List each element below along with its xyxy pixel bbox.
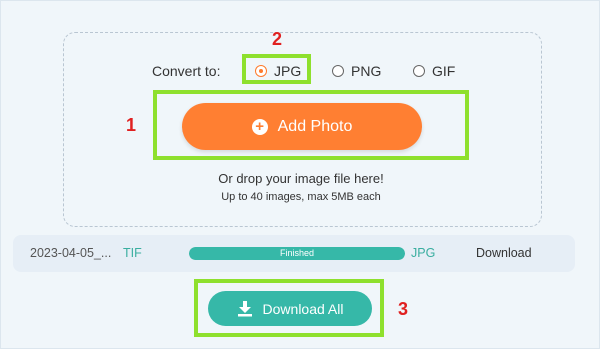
progress-status: Finished: [279, 248, 315, 258]
radio-unselected-icon: [413, 65, 425, 77]
format-label-gif: GIF: [432, 63, 456, 79]
step-1-marker: 1: [126, 115, 137, 135]
step-3-marker: 3: [398, 299, 409, 319]
step-2-marker: 2: [272, 29, 283, 49]
format-label-png: PNG: [351, 63, 382, 79]
format-radio-png[interactable]: PNG: [332, 63, 381, 79]
file-row: 2023-04-05_... TIF Finished JPG Download: [13, 235, 575, 272]
progress-bar: Finished: [189, 247, 405, 260]
download-link[interactable]: Download: [476, 246, 532, 260]
convert-to-label: Convert to:: [152, 63, 221, 79]
drop-instructions: Or drop your image file here!: [218, 171, 384, 186]
source-format: TIF: [123, 246, 142, 260]
radio-unselected-icon: [332, 65, 344, 77]
file-name: 2023-04-05_...: [30, 246, 112, 260]
converter-panel: Convert to: JPG PNG GIF 2 + Add Photo 1 …: [0, 0, 600, 349]
highlight-box-download-all: [194, 279, 384, 337]
format-radio-gif[interactable]: GIF: [413, 63, 455, 79]
target-format: JPG: [411, 246, 436, 260]
highlight-box-format: [242, 54, 311, 84]
upload-limit-text: Up to 40 images, max 5MB each: [221, 191, 381, 203]
highlight-box-add-photo: [153, 90, 469, 160]
